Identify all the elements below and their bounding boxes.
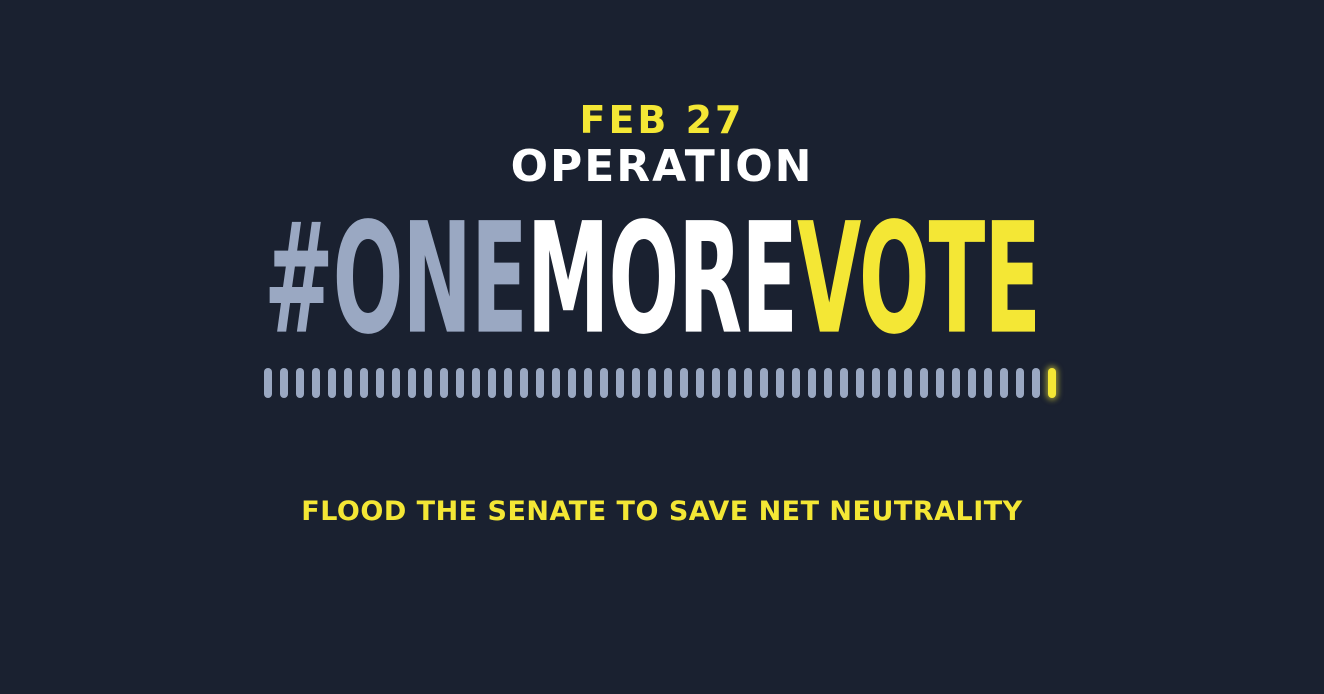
tagline: FLOOD THE SENATE TO SAVE NET NEUTRALITY [301, 496, 1023, 527]
vote-meter-tick [584, 368, 592, 398]
vote-meter-tick [744, 368, 752, 398]
vote-meter-tick [824, 368, 832, 398]
vote-meter-tick [648, 368, 656, 398]
event-date: FEB 27 [579, 98, 745, 142]
vote-meter-tick [264, 368, 272, 398]
vote-meter-tick [456, 368, 464, 398]
vote-meter-tick [488, 368, 496, 398]
vote-meter-tick [952, 368, 960, 398]
vote-meter-tick [680, 368, 688, 398]
vote-meter-tick [872, 368, 880, 398]
hashtag-logo: #ONEMOREVOTE [264, 190, 1064, 369]
vote-meter-tick [600, 368, 608, 398]
vote-meter-tick [1016, 368, 1024, 398]
vote-meter [264, 366, 1058, 400]
vote-meter-tick [760, 368, 768, 398]
vote-meter-tick [376, 368, 384, 398]
vote-meter-tick [536, 368, 544, 398]
vote-meter-tick [280, 368, 288, 398]
vote-meter-tick [424, 368, 432, 398]
vote-meter-tick [504, 368, 512, 398]
vote-meter-tick [344, 368, 352, 398]
vote-meter-tick [312, 368, 320, 398]
vote-meter-tick [1000, 368, 1008, 398]
vote-meter-tick [712, 368, 720, 398]
vote-meter-tick [920, 368, 928, 398]
operation-label: OPERATION [510, 141, 814, 192]
hashtag-part-one: #ONE [264, 190, 528, 369]
vote-meter-tick [856, 368, 864, 398]
vote-meter-tick-active [1048, 368, 1056, 398]
vote-meter-tick [888, 368, 896, 398]
vote-meter-tick [904, 368, 912, 398]
vote-meter-tick [1032, 368, 1040, 398]
vote-meter-tick [632, 368, 640, 398]
vote-meter-tick [808, 368, 816, 398]
vote-meter-tick [472, 368, 480, 398]
vote-meter-tick [520, 368, 528, 398]
vote-meter-tick [616, 368, 624, 398]
vote-meter-tick [728, 368, 736, 398]
vote-meter-tick [840, 368, 848, 398]
vote-meter-tick [696, 368, 704, 398]
vote-meter-tick [360, 368, 368, 398]
vote-meter-tick [984, 368, 992, 398]
hashtag-part-vote: VOTE [796, 190, 1041, 369]
vote-meter-tick [440, 368, 448, 398]
vote-meter-tick [936, 368, 944, 398]
vote-meter-tick [664, 368, 672, 398]
vote-meter-tick [792, 368, 800, 398]
hashtag-part-more: MORE [526, 190, 798, 369]
vote-meter-tick [776, 368, 784, 398]
vote-meter-tick [392, 368, 400, 398]
vote-meter-tick [552, 368, 560, 398]
vote-meter-tick [328, 368, 336, 398]
vote-meter-tick [408, 368, 416, 398]
vote-meter-tick [568, 368, 576, 398]
vote-meter-tick [296, 368, 304, 398]
vote-meter-tick [968, 368, 976, 398]
